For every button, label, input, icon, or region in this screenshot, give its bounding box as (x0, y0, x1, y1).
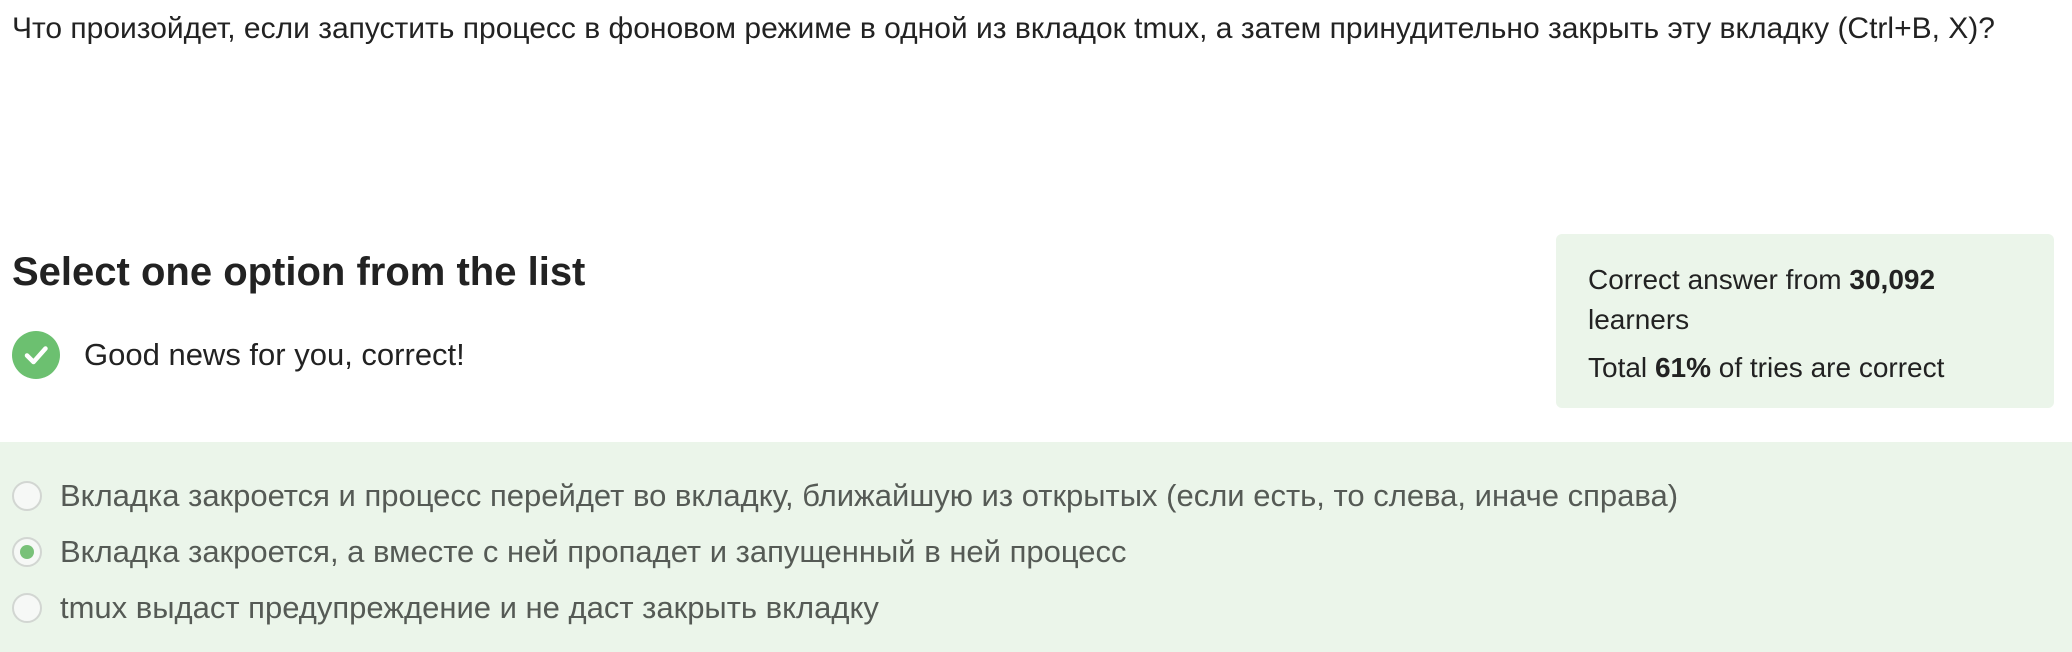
correct-prefix: Correct answer from (1588, 264, 1842, 295)
feedback-text: Good news for you, correct! (84, 337, 465, 372)
question-text: Что произойдет, если запустить процесс в… (12, 12, 1995, 45)
section-title: Select one option from the list (12, 250, 586, 294)
radio-button[interactable] (12, 593, 42, 623)
quiz-page: Что произойдет, если запустить процесс в… (0, 0, 2072, 652)
option-1[interactable]: Вкладка закроется и процесс перейдет во … (12, 474, 1678, 518)
total-suffix: of tries are correct (1718, 352, 1945, 383)
learners-suffix: learners (1588, 304, 1690, 335)
total-prefix: Total (1588, 352, 1648, 383)
correct-count-line: Correct answer from 30,092 learners (1588, 260, 2022, 340)
radio-button[interactable] (12, 481, 42, 511)
option-3[interactable]: tmux выдаст предупреждение и не даст зак… (12, 586, 879, 630)
option-label: tmux выдаст предупреждение и не даст зак… (60, 590, 879, 625)
stats-panel: Correct answer from 30,092 learners Tota… (1556, 234, 2054, 408)
option-2[interactable]: Вкладка закроется, а вместе с ней пропад… (12, 530, 1127, 574)
check-circle-icon (12, 331, 60, 379)
radio-button-selected[interactable] (12, 537, 42, 567)
feedback-message: Good news for you, correct! (12, 330, 465, 380)
option-label: Вкладка закроется и процесс перейдет во … (60, 478, 1679, 513)
radio-dot-icon (20, 545, 34, 559)
percent-correct: 61% (1654, 352, 1711, 383)
learners-count: 30,092 (1849, 264, 1936, 295)
option-label: Вкладка закроется, а вместе с ней пропад… (60, 534, 1127, 569)
percent-correct-line: Total 61% of tries are correct (1588, 348, 2022, 388)
options-list: Вкладка закроется и процесс перейдет во … (0, 442, 2072, 652)
